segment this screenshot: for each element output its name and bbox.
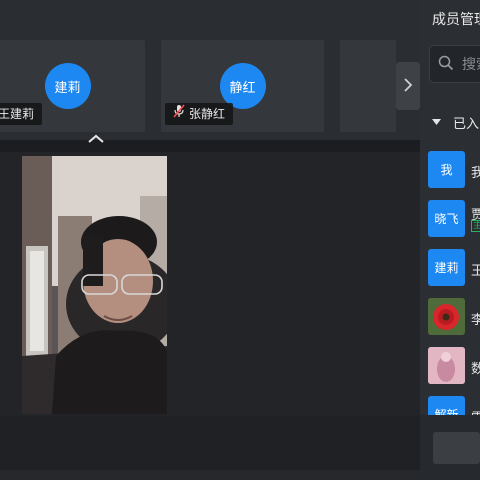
participant-name-badge: 王建莉 <box>0 103 43 125</box>
flower-avatar-icon <box>428 298 465 335</box>
member-name: 王 <box>471 264 480 279</box>
member-name: 我 <box>471 166 480 181</box>
gallery-next-button[interactable] <box>396 62 420 110</box>
member-avatar: 我 <box>428 151 465 188</box>
member-item[interactable]: 晓飞 贾 主 <box>428 200 480 238</box>
member-name: 数 <box>471 362 480 377</box>
member-avatar: 建莉 <box>428 249 465 286</box>
photo-avatar-icon <box>428 347 465 384</box>
member-item[interactable]: 我 我 <box>428 151 480 189</box>
participant-tile-3[interactable] <box>340 40 396 132</box>
search-placeholder: 搜索 <box>462 57 480 73</box>
member-avatar: 晓飞 <box>428 200 465 237</box>
speaker-video-frame <box>22 156 167 414</box>
member-panel: 成员管理 搜索 已入 我 我 晓飞 贾 主 建莉 王 <box>420 0 480 480</box>
host-tag: 主 <box>471 220 480 232</box>
panel-title: 成员管理 <box>432 12 480 28</box>
caret-down-icon <box>432 115 441 130</box>
speaker-video[interactable] <box>22 156 167 414</box>
participant-name-badge: 张静红 <box>165 103 234 125</box>
chevron-right-icon <box>403 77 413 96</box>
group-label: 已入 <box>453 117 480 132</box>
meeting-window: 建莉 王建莉 静红 张静红 成员管 搜 已入 我 我 晓飞 贾 主 建莉 王 李… <box>0 0 480 480</box>
panel-action-button[interactable] <box>433 432 480 464</box>
member-item[interactable]: 数 <box>428 347 480 385</box>
member-item[interactable]: 建莉 王 <box>428 249 480 287</box>
chevron-up-icon <box>88 132 104 148</box>
search-icon <box>438 55 454 75</box>
joined-group-header[interactable]: 已入 <box>432 113 479 132</box>
collapse-gallery-button[interactable] <box>86 132 106 148</box>
participant-tile-2[interactable]: 静红 张静红 <box>161 40 324 132</box>
participant-gallery: 建莉 王建莉 静红 张静红 <box>0 0 420 140</box>
member-name: 李 <box>471 313 480 328</box>
mic-muted-icon <box>173 103 185 125</box>
participant-name: 王建莉 <box>0 107 35 121</box>
participant-name: 张静红 <box>189 107 226 121</box>
member-item[interactable]: 李 <box>428 298 480 336</box>
participant-tile-1[interactable]: 建莉 王建莉 <box>0 40 145 132</box>
participant-avatar: 建莉 <box>44 63 91 109</box>
member-search-input[interactable]: 搜索 <box>429 45 480 83</box>
taskbar-strip <box>0 470 420 480</box>
